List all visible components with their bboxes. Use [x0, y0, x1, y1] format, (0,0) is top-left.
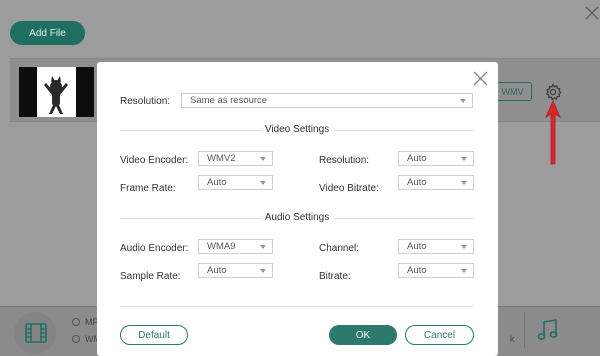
output-format-badge[interactable]: WMV — [493, 82, 532, 101]
cancel-button[interactable]: Cancel — [405, 325, 474, 345]
default-button[interactable]: Default — [120, 325, 188, 345]
dialog-divider — [120, 306, 474, 307]
video-bitrate-value: Auto — [407, 177, 427, 188]
partial-text: k — [510, 334, 515, 344]
resolution-dropdown[interactable]: Same as resource — [181, 93, 473, 108]
chevron-down-icon — [461, 245, 467, 249]
audio-bitrate-dropdown[interactable]: Auto — [398, 263, 474, 278]
close-icon[interactable] — [473, 71, 488, 86]
video-settings-header: Video Settings — [120, 124, 474, 136]
sample-rate-label: Sample Rate: — [120, 271, 181, 282]
video-encoder-label: Video Encoder: — [120, 155, 189, 166]
video-resolution-value: Auto — [407, 153, 427, 164]
video-resolution-dropdown[interactable]: Auto — [398, 151, 474, 166]
add-file-button[interactable]: Add File — [10, 21, 85, 45]
chevron-down-icon — [460, 99, 466, 103]
ok-button[interactable]: OK — [329, 325, 397, 345]
format-option-radio[interactable] — [72, 318, 80, 326]
video-encoder-dropdown[interactable]: WMV2 — [198, 151, 273, 166]
red-arrow-indicator — [545, 100, 561, 165]
chevron-down-icon — [260, 181, 266, 185]
frame-rate-dropdown[interactable]: Auto — [198, 175, 273, 190]
chevron-down-icon — [260, 269, 266, 273]
channel-label: Channel: — [319, 243, 360, 254]
close-icon[interactable] — [585, 6, 599, 20]
chevron-down-icon — [260, 157, 266, 161]
audio-bitrate-value: Auto — [407, 265, 427, 276]
audio-encoder-value: WMA9 — [207, 241, 236, 252]
audio-bitrate-label: Bitrate: — [319, 271, 351, 282]
video-resolution-label: Resolution: — [319, 155, 370, 166]
frame-rate-value: Auto — [207, 177, 227, 188]
toolbar-divider — [524, 312, 525, 348]
gear-icon[interactable] — [544, 83, 562, 101]
video-bitrate-dropdown[interactable]: Auto — [398, 175, 474, 190]
music-note-icon[interactable] — [537, 318, 559, 342]
chevron-down-icon — [260, 245, 266, 249]
format-option-radio[interactable] — [72, 335, 80, 343]
channel-dropdown[interactable]: Auto — [398, 239, 474, 254]
frame-rate-label: Frame Rate: — [120, 183, 176, 194]
video-thumbnail — [19, 67, 94, 117]
chevron-down-icon — [461, 157, 467, 161]
sample-rate-value: Auto — [207, 265, 227, 276]
chevron-down-icon — [461, 269, 467, 273]
settings-dialog: Resolution: Same as resource Video Setti… — [97, 62, 498, 356]
audio-settings-header: Audio Settings — [120, 212, 474, 224]
audio-encoder-label: Audio Encoder: — [120, 243, 189, 254]
video-encoder-value: WMV2 — [207, 153, 236, 164]
film-icon — [25, 323, 47, 343]
chevron-down-icon — [461, 181, 467, 185]
channel-value: Auto — [407, 241, 427, 252]
sample-rate-dropdown[interactable]: Auto — [198, 263, 273, 278]
video-bitrate-label: Video Bitrate: — [319, 183, 379, 194]
resolution-label: Resolution: — [120, 96, 171, 107]
resolution-value: Same as resource — [190, 95, 268, 106]
audio-encoder-dropdown[interactable]: WMA9 — [198, 239, 273, 254]
